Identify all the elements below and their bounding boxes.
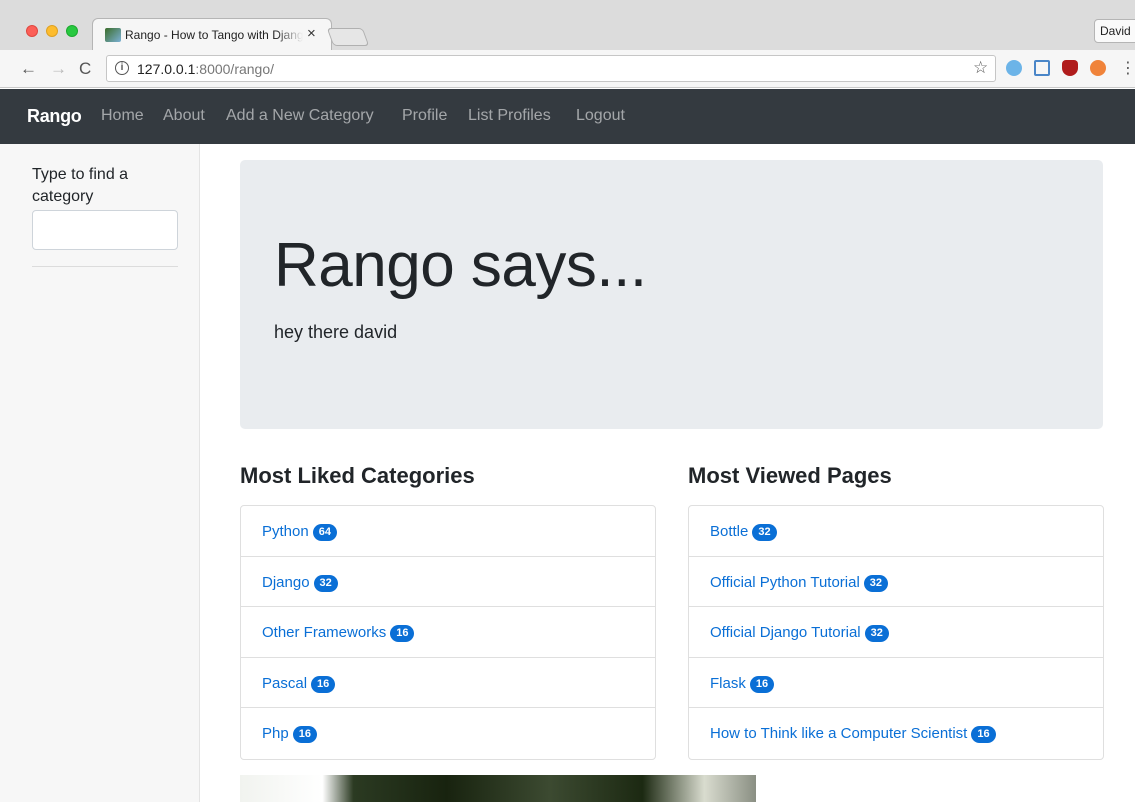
site-navbar: Rango Home About Add a New Category Prof… — [0, 89, 1135, 144]
page-link[interactable]: Flask — [710, 675, 746, 692]
likes-badge: 32 — [313, 574, 338, 592]
sidebar-divider — [32, 266, 178, 267]
extension-screenshot-icon[interactable] — [1034, 60, 1050, 76]
nav-link-add-category[interactable]: Add a New Category — [226, 107, 374, 125]
category-search-label: Type to find a category — [32, 166, 129, 205]
greeting-text: hey there david — [274, 322, 398, 342]
ublock-shield-icon[interactable] — [1062, 60, 1078, 76]
page-link[interactable]: How to Think like a Computer Scientist — [710, 725, 967, 742]
views-badge: 32 — [864, 625, 889, 643]
browser-tab[interactable]: Rango - How to Tango with Django × — [92, 18, 332, 50]
extension-globe-icon[interactable] — [1006, 60, 1022, 76]
list-item[interactable]: Django 32 — [241, 557, 655, 608]
page-link[interactable]: Bottle — [710, 523, 748, 540]
browser-menu-icon[interactable]: ⋮ — [1120, 58, 1135, 78]
category-link[interactable]: Python — [262, 523, 309, 540]
category-link[interactable]: Django — [262, 574, 310, 591]
likes-badge: 16 — [390, 625, 415, 643]
navbar-brand[interactable]: Rango — [27, 106, 82, 127]
nav-link-home[interactable]: Home — [101, 107, 144, 125]
bookmark-star-icon[interactable]: ☆ — [973, 58, 988, 78]
nav-link-profile[interactable]: Profile — [402, 107, 447, 125]
rango-photo — [240, 775, 756, 802]
liked-categories-list: Python 64 Django 32 Other Frameworks 16 Pas… — [240, 505, 656, 760]
list-item[interactable]: How to Think like a Computer Scientist 16 — [689, 708, 1103, 759]
list-item[interactable]: Official Django Tutorial 32 — [689, 607, 1103, 658]
nav-link-about[interactable]: About — [163, 107, 205, 125]
tab-close-icon[interactable]: × — [307, 25, 316, 42]
page-link[interactable]: Official Django Tutorial — [710, 624, 861, 641]
browser-toolbar: ← → C i 127.0.0.1:8000/rango/ ☆ — [0, 50, 1135, 88]
zoom-window-button[interactable] — [66, 25, 78, 37]
list-item[interactable]: Other Frameworks 16 — [241, 607, 655, 658]
viewed-pages-heading: Most Viewed Pages — [688, 463, 892, 488]
tab-title: Rango - How to Tango with Django — [125, 28, 303, 42]
views-badge: 16 — [971, 726, 996, 744]
close-window-button[interactable] — [26, 25, 38, 37]
list-item[interactable]: Pascal 16 — [241, 658, 655, 709]
info-icon[interactable]: i — [115, 61, 129, 75]
category-search-input[interactable] — [32, 210, 178, 250]
category-link[interactable]: Other Frameworks — [262, 624, 386, 641]
back-arrow-icon[interactable]: ← — [20, 59, 37, 79]
nav-link-list-profiles[interactable]: List Profiles — [468, 107, 551, 125]
views-badge: 16 — [749, 675, 775, 693]
views-badge: 32 — [752, 524, 777, 541]
rango-favicon-icon — [105, 28, 121, 42]
list-item[interactable]: Bottle 32 — [689, 506, 1103, 557]
sidebar: Type to find a category — [0, 144, 200, 802]
extension-orange-icon[interactable] — [1090, 60, 1106, 76]
url-host: 127.0.0.1 — [137, 61, 196, 77]
url-path: :8000/rango/ — [195, 61, 275, 77]
reload-icon[interactable]: C — [79, 59, 91, 79]
page-title: Rango says... — [274, 231, 647, 300]
list-item[interactable]: Flask 16 — [689, 658, 1103, 709]
page-link[interactable]: Official Python Tutorial — [710, 574, 860, 591]
list-item[interactable]: Python 64 — [241, 506, 655, 557]
nav-link-logout[interactable]: Logout — [576, 107, 625, 125]
viewed-pages-list: Bottle 32 Official Python Tutorial 32 Offi… — [688, 505, 1104, 760]
list-item[interactable]: Php 16 — [241, 708, 655, 759]
likes-badge: 16 — [292, 726, 317, 744]
jumbotron: Rango says... hey there david — [240, 160, 1103, 429]
browser-tabstrip: Rango - How to Tango with Django × David — [0, 0, 1135, 50]
views-badge: 32 — [863, 574, 889, 592]
likes-badge: 64 — [312, 524, 337, 541]
forward-arrow-icon[interactable]: → — [50, 59, 67, 79]
category-link[interactable]: Php — [262, 725, 289, 742]
liked-categories-heading: Most Liked Categories — [240, 463, 475, 488]
new-tab-button[interactable] — [326, 28, 370, 46]
url-text[interactable]: 127.0.0.1:8000/rango/ — [137, 61, 274, 77]
minimize-window-button[interactable] — [46, 25, 58, 37]
likes-badge: 16 — [311, 675, 336, 693]
profile-button[interactable]: David — [1094, 19, 1135, 43]
address-bar[interactable]: i 127.0.0.1:8000/rango/ ☆ — [106, 55, 996, 82]
list-item[interactable]: Official Python Tutorial 32 — [689, 557, 1103, 608]
category-link[interactable]: Pascal — [262, 675, 307, 692]
